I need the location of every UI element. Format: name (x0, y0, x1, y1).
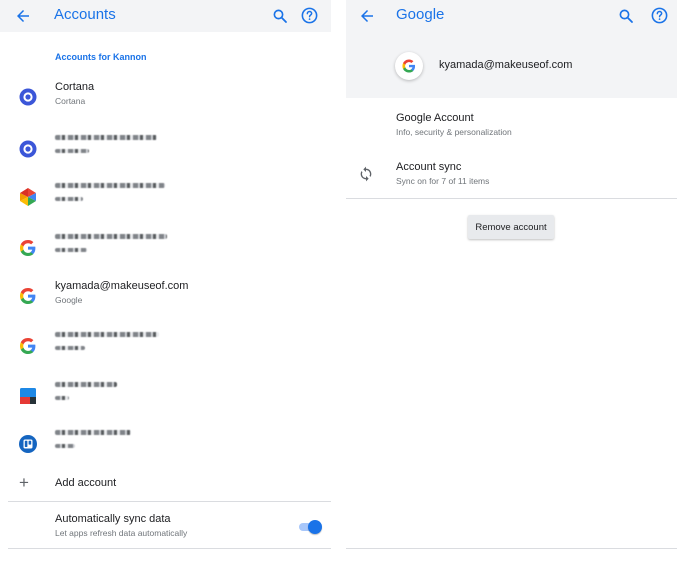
page-title: Accounts (54, 6, 116, 23)
auto-sync-label: Automatically sync data (55, 513, 171, 525)
google-icon (402, 59, 416, 73)
google-app-bar: Google (346, 0, 677, 32)
auto-sync-toggle[interactable] (297, 520, 322, 534)
blue-square-app-icon (20, 388, 36, 404)
search-icon[interactable] (617, 7, 635, 25)
divider (346, 198, 677, 199)
redacted-account-type (55, 197, 83, 201)
account-sync-description: Sync on for 7 of 11 items (396, 176, 490, 186)
help-icon[interactable] (300, 6, 319, 25)
redacted-account-type (55, 396, 69, 400)
add-account-button[interactable]: + Add account (0, 473, 331, 495)
plus-icon: + (19, 473, 29, 492)
accounts-panel: Accounts Accounts for Kannon Cortana Cor… (0, 0, 331, 584)
account-header: kyamada@makeuseof.com (346, 32, 677, 98)
divider (8, 501, 331, 502)
redacted-account-name (55, 135, 157, 140)
toggle-knob (308, 520, 322, 534)
account-type: Google (55, 295, 83, 305)
section-header: Accounts for Kannon (55, 52, 147, 62)
google-avatar (395, 52, 423, 80)
accounts-app-bar: Accounts (0, 0, 331, 32)
search-icon[interactable] (271, 7, 289, 25)
back-arrow-icon[interactable] (358, 7, 376, 25)
redacted-account-name (55, 430, 131, 435)
help-icon[interactable] (650, 6, 669, 25)
divider (346, 548, 677, 549)
google-icon (20, 288, 36, 304)
redacted-account-type (55, 149, 89, 153)
google-account-label: Google Account (396, 112, 474, 124)
account-row-kyamada[interactable]: kyamada@makeuseof.com Google (0, 277, 331, 317)
google-icon (20, 338, 36, 354)
page-title: Google (396, 6, 445, 23)
sync-icon (360, 166, 372, 182)
redacted-account-type (55, 444, 75, 448)
account-name: kyamada@makeuseof.com (55, 280, 189, 292)
google-icon (20, 240, 36, 256)
account-name: Cortana (55, 81, 95, 93)
remove-account-button[interactable]: Remove account (468, 215, 554, 239)
add-account-label: Add account (55, 477, 117, 489)
redacted-account-type (55, 248, 87, 252)
multicolor-app-icon (20, 188, 36, 206)
google-account-panel: Google kyamada@makeuseof.com Google Acco… (346, 0, 677, 584)
account-row[interactable] (0, 229, 331, 269)
redacted-account-name (55, 183, 165, 188)
google-account-description: Info, security & personalization (396, 127, 512, 137)
account-row[interactable] (0, 377, 331, 417)
redacted-account-name (55, 382, 117, 387)
auto-sync-setting[interactable]: Automatically sync data Let apps refresh… (0, 510, 331, 544)
redacted-account-name (55, 234, 167, 239)
cortana-icon (19, 140, 37, 158)
account-sync-option[interactable]: Account sync Sync on for 7 of 11 items (346, 159, 677, 193)
trello-icon (19, 435, 37, 453)
auto-sync-description: Let apps refresh data automatically (55, 528, 188, 538)
account-row[interactable] (0, 178, 331, 218)
divider (8, 548, 331, 549)
account-type: Cortana (55, 96, 86, 106)
account-email: kyamada@makeuseof.com (439, 59, 573, 71)
redacted-account-type (55, 346, 85, 350)
account-row-cortana[interactable]: Cortana Cortana (0, 78, 331, 118)
account-sync-label: Account sync (396, 161, 462, 173)
account-row[interactable] (0, 130, 331, 170)
account-row[interactable] (0, 327, 331, 367)
redacted-account-name (55, 332, 159, 337)
google-account-option[interactable]: Google Account Info, security & personal… (346, 110, 677, 144)
account-row[interactable] (0, 425, 331, 465)
cortana-icon (19, 88, 37, 106)
back-arrow-icon[interactable] (14, 7, 32, 25)
